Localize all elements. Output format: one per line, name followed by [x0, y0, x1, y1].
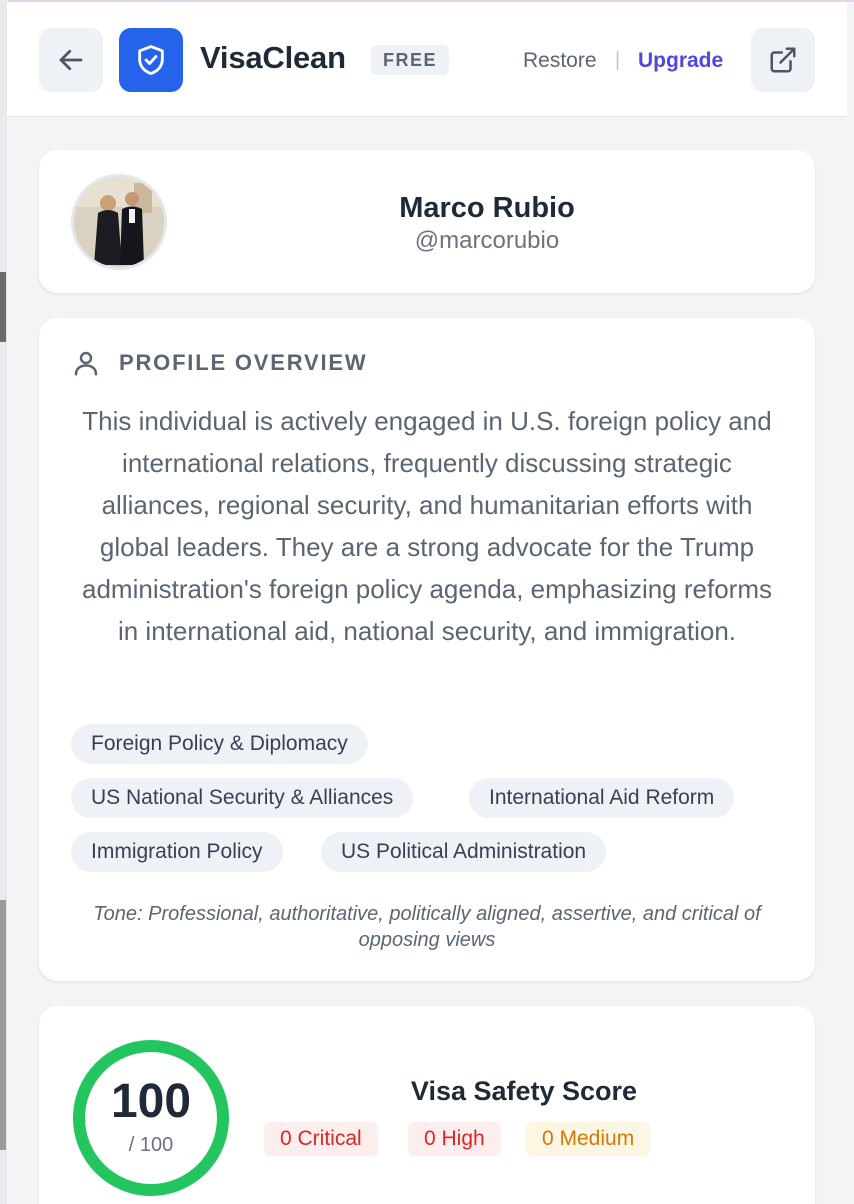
brand-name: VisaClean	[200, 40, 346, 75]
critical-count-badge: 0 Critical	[264, 1122, 378, 1156]
high-count-badge: 0 High	[408, 1122, 501, 1156]
visa-score-card: 100 / 100 Visa Safety Score 0 Critical 0…	[39, 1006, 815, 1204]
topic-tag: International Aid Reform	[469, 778, 735, 818]
arrow-left-icon	[59, 49, 83, 71]
upgrade-link[interactable]: Upgrade	[638, 49, 723, 73]
external-link-icon	[770, 47, 796, 73]
score-max: / 100	[128, 1134, 174, 1156]
plan-badge: FREE	[371, 45, 450, 75]
topic-tag: Immigration Policy	[71, 832, 283, 872]
back-button[interactable]	[39, 28, 103, 92]
profile-handle: @marcorubio	[414, 227, 560, 254]
extension-panel: VisaClean FREE Restore | Upgrade Marco R…	[6, 2, 847, 1204]
header-separator: |	[615, 49, 621, 71]
score-title: Visa Safety Score	[410, 1076, 638, 1106]
profile-overview-card: PROFILE OVERVIEW This individual is acti…	[39, 318, 815, 981]
topic-tag: US National Security & Alliances	[71, 778, 414, 818]
user-icon	[74, 351, 98, 376]
overview-header: PROFILE OVERVIEW	[71, 348, 367, 378]
profile-name: Marco Rubio	[399, 192, 575, 224]
topic-tag: Foreign Policy & Diplomacy	[71, 724, 368, 764]
overview-summary: This individual is actively engaged in U…	[82, 406, 772, 646]
app-logo	[119, 28, 183, 92]
restore-link[interactable]: Restore	[523, 49, 597, 73]
topic-tag: US Political Administration	[321, 832, 607, 872]
header-bar: VisaClean FREE Restore | Upgrade	[7, 2, 847, 117]
profile-card: Marco Rubio @marcorubio	[39, 150, 815, 293]
tone-description: Tone: Professional, authoritative, polit…	[93, 903, 761, 951]
medium-count-badge: 0 Medium	[526, 1122, 651, 1156]
score-value: 100	[110, 1075, 192, 1128]
open-external-button[interactable]	[751, 28, 815, 92]
shield-check-icon	[138, 45, 164, 75]
overview-title: PROFILE OVERVIEW	[119, 350, 368, 375]
